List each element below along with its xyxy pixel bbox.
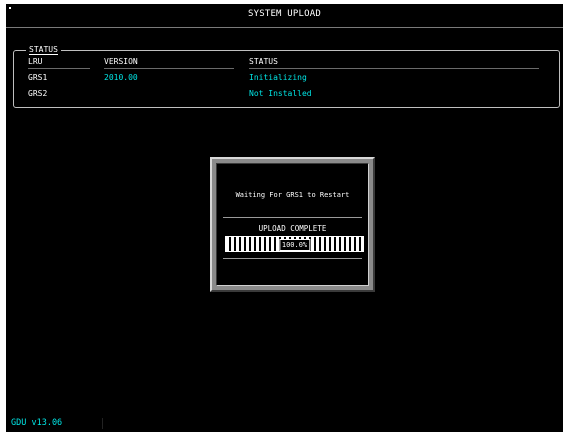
upload-status-dialog: Waiting For GRS1 to Restart UPLOAD COMPL… <box>210 157 375 292</box>
row-grs1-status: Initializing <box>249 73 307 82</box>
header-underline-lru <box>28 68 90 69</box>
header-underline-version <box>104 68 234 69</box>
row-grs2-lru: GRS2 <box>28 89 48 98</box>
upload-progress-percent: 100.0% <box>278 239 311 251</box>
status-group: STATUS LRU VERSION STATUS GRS1 2010.00 I… <box>13 44 560 108</box>
display-screen: SYSTEM UPLOAD STATUS LRU VERSION STATUS … <box>6 4 563 432</box>
upload-complete-label: UPLOAD COMPLETE <box>258 224 327 233</box>
row-grs1-lru: GRS1 <box>28 73 48 82</box>
row-grs1-version: 2010.00 <box>104 73 138 82</box>
row-grs2-status: Not Installed <box>249 89 312 98</box>
column-header-status: STATUS <box>249 57 278 66</box>
dialog-divider-bottom <box>223 258 362 259</box>
page-title: SYSTEM UPLOAD <box>247 9 322 19</box>
dialog-divider-top <box>223 217 362 218</box>
upload-progress-bar: 100.0% <box>225 236 364 252</box>
header-underline-status <box>249 68 539 69</box>
status-group-legend: STATUS <box>26 44 61 56</box>
software-version-box: GDU v13.06 <box>9 418 103 429</box>
status-legend-text: STATUS <box>29 45 58 55</box>
software-version: GDU v13.06 <box>11 418 63 428</box>
upload-status-dialog-body: Waiting For GRS1 to Restart UPLOAD COMPL… <box>216 163 369 286</box>
restart-message: Waiting For GRS1 to Restart <box>235 191 350 199</box>
column-header-version: VERSION <box>104 57 138 66</box>
title-divider <box>6 27 563 28</box>
column-header-lru: LRU <box>28 57 43 66</box>
